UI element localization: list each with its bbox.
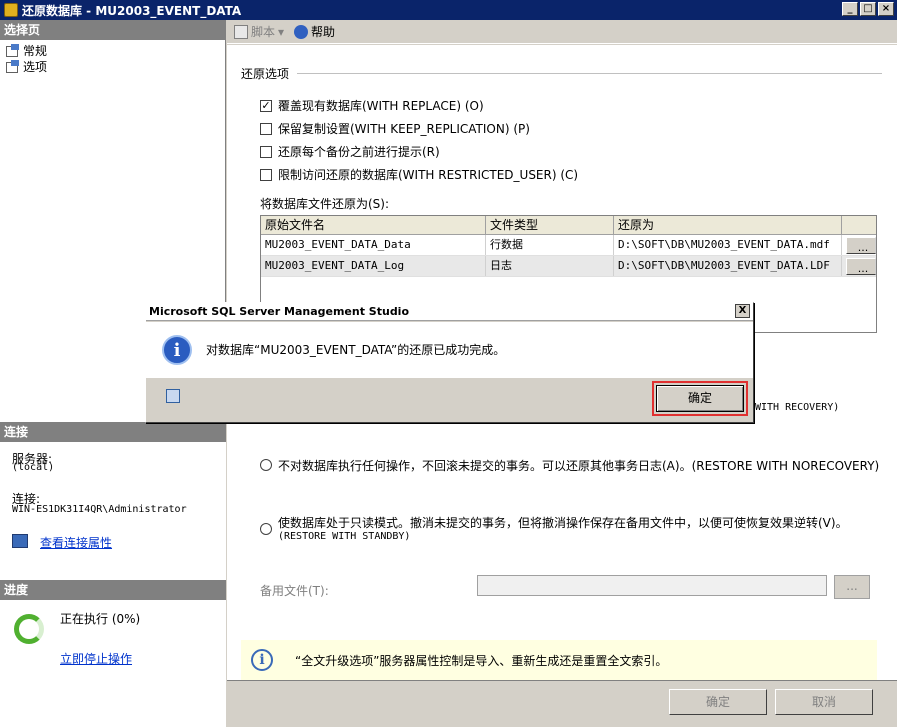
message-box-title: Microsoft SQL Server Management Studio bbox=[149, 305, 410, 318]
maximize-button[interactable]: □ bbox=[860, 2, 876, 16]
cell-restore-as[interactable]: D:\SOFT\DB\MU2003_EVENT_DATA.LDF bbox=[614, 256, 842, 276]
standby-file-input[interactable] bbox=[477, 575, 827, 596]
message-box-body: i 对数据库“MU2003_EVENT_DATA”的还原已成功完成。 bbox=[146, 322, 753, 378]
progress-header: 进度 bbox=[0, 580, 226, 600]
browse-button[interactable]: ... bbox=[846, 258, 876, 275]
info-icon: i bbox=[162, 335, 192, 365]
column-original-name[interactable]: 原始文件名 bbox=[261, 216, 486, 234]
connection-header: 连接 bbox=[0, 422, 226, 442]
page-item-options[interactable]: 选项 bbox=[0, 57, 225, 75]
close-button[interactable]: × bbox=[878, 2, 894, 16]
radio-button[interactable] bbox=[260, 523, 272, 535]
info-text: “全文升级选项”服务器属性控制是导入、重新生成还是重置全文索引。 bbox=[295, 653, 668, 668]
page-icon bbox=[6, 44, 20, 57]
script-icon bbox=[234, 24, 248, 39]
cell-file-type: 日志 bbox=[486, 256, 614, 276]
page-label: 常规 bbox=[23, 43, 48, 58]
table-row[interactable]: MU2003_EVENT_DATA_Log 日志 D:\SOFT\DB\MU20… bbox=[261, 256, 876, 277]
standby-browse-button[interactable]: ... bbox=[834, 575, 870, 599]
window-titlebar: 还原数据库 - MU2003_EVENT_DATA _ □ × bbox=[0, 0, 897, 20]
cell-restore-as[interactable]: D:\SOFT\DB\MU2003_EVENT_DATA.mdf bbox=[614, 235, 842, 255]
radio-label: 不对数据库执行任何操作，不回滚未提交的事务。可以还原其他事务日志(A)。(RES… bbox=[278, 459, 880, 473]
standby-file-label: 备用文件(T): bbox=[260, 584, 329, 598]
help-label: 帮助 bbox=[311, 25, 336, 39]
message-box: Microsoft SQL Server Management Studio X… bbox=[145, 302, 754, 423]
help-icon bbox=[294, 24, 309, 39]
restore-options-title: 还原选项 bbox=[241, 67, 290, 81]
prompt-before-restore-checkbox[interactable]: 还原每个备份之前进行提示(R) bbox=[260, 143, 440, 160]
keep-replication-checkbox[interactable]: 保留复制设置(WITH KEEP_REPLICATION) (P) bbox=[260, 120, 530, 137]
grid-header: 原始文件名 文件类型 还原为 bbox=[261, 216, 876, 235]
progress-status: 正在执行 (0%) bbox=[60, 612, 141, 626]
progress-spinner-icon bbox=[14, 614, 44, 644]
info-icon: i bbox=[251, 649, 273, 671]
cell-original-name: MU2003_EVENT_DATA_Data bbox=[261, 235, 486, 255]
standby-radio[interactable]: 使数据库处于只读模式。撤消未提交的事务，但将撤消操作保存在备用文件中，以便可使恢… bbox=[260, 514, 848, 542]
cancel-button[interactable]: 取消 bbox=[775, 689, 873, 715]
files-label: 将数据库文件还原为(S): bbox=[260, 197, 390, 211]
connection-value: WIN-ES1DK31I4QR\Administrator bbox=[12, 504, 187, 515]
recovery-label-trunc: WITH RECOVERY) bbox=[755, 402, 840, 413]
checkbox-label: 覆盖现有数据库(WITH REPLACE) (O) bbox=[278, 99, 484, 113]
database-icon bbox=[4, 3, 18, 17]
checkbox-box[interactable]: ✓ bbox=[260, 99, 272, 112]
browse-button[interactable]: ... bbox=[846, 237, 876, 254]
radio-label-sub: (RESTORE WITH STANDBY) bbox=[278, 531, 411, 542]
with-replace-checkbox[interactable]: ✓ 覆盖现有数据库(WITH REPLACE) (O) bbox=[260, 97, 484, 114]
radio-label: 使数据库处于只读模式。撤消未提交的事务，但将撤消操作保存在备用文件中，以便可使恢… bbox=[278, 516, 848, 530]
window-title: 还原数据库 - MU2003_EVENT_DATA bbox=[22, 3, 242, 18]
page-label: 选项 bbox=[23, 57, 48, 75]
checkbox-label: 保留复制设置(WITH KEEP_REPLICATION) (P) bbox=[278, 122, 530, 136]
page-item-general[interactable]: 常规 bbox=[0, 42, 225, 58]
server-value: (local) bbox=[12, 462, 55, 473]
checkbox-label: 限制访问还原的数据库(WITH RESTRICTED_USER) (C) bbox=[278, 168, 579, 182]
norecovery-radio[interactable]: 不对数据库执行任何操作，不回滚未提交的事务。可以还原其他事务日志(A)。(RES… bbox=[260, 457, 879, 474]
minimize-button[interactable]: _ bbox=[842, 2, 858, 16]
view-connection-properties-link[interactable]: 查看连接属性 bbox=[40, 534, 112, 551]
dialog-button-bar: 确定 取消 bbox=[227, 680, 897, 727]
chevron-down-icon: ▾ bbox=[278, 24, 285, 39]
checkbox-label: 还原每个备份之前进行提示(R) bbox=[278, 145, 440, 159]
toolbar: 脚本 ▾ 帮助 bbox=[227, 20, 897, 44]
copy-icon[interactable] bbox=[166, 389, 180, 403]
column-file-type[interactable]: 文件类型 bbox=[486, 216, 614, 234]
checkbox-box[interactable] bbox=[260, 168, 272, 181]
stop-operation-link[interactable]: 立即停止操作 bbox=[60, 650, 132, 667]
progress-area: 正在执行 (0%) 立即停止操作 bbox=[0, 600, 226, 727]
message-box-ok-button[interactable]: 确定 bbox=[652, 381, 748, 416]
ok-button[interactable]: 确定 bbox=[669, 689, 767, 715]
script-button[interactable]: 脚本 ▾ bbox=[231, 22, 287, 42]
connection-properties-icon bbox=[12, 534, 28, 548]
page-icon bbox=[6, 60, 20, 73]
cell-original-name: MU2003_EVENT_DATA_Log bbox=[261, 256, 486, 276]
connection-area: 服务器: (local) 连接: WIN-ES1DK31I4QR\Adminis… bbox=[0, 442, 226, 580]
table-row[interactable]: MU2003_EVENT_DATA_Data 行数据 D:\SOFT\DB\MU… bbox=[261, 235, 876, 256]
cell-file-type: 行数据 bbox=[486, 235, 614, 255]
restricted-user-checkbox[interactable]: 限制访问还原的数据库(WITH RESTRICTED_USER) (C) bbox=[260, 166, 578, 183]
script-label: 脚本 bbox=[251, 25, 276, 39]
column-browse bbox=[842, 216, 876, 234]
checkbox-box[interactable] bbox=[260, 145, 272, 158]
message-box-close-button[interactable]: X bbox=[735, 304, 750, 318]
message-text: 对数据库“MU2003_EVENT_DATA”的还原已成功完成。 bbox=[206, 343, 506, 357]
message-box-titlebar: Microsoft SQL Server Management Studio X bbox=[146, 303, 753, 321]
column-restore-as[interactable]: 还原为 bbox=[614, 216, 842, 234]
select-page-header: 选择页 bbox=[0, 20, 225, 40]
radio-button[interactable] bbox=[260, 459, 272, 471]
help-button[interactable]: 帮助 bbox=[291, 22, 338, 42]
group-divider bbox=[297, 73, 882, 74]
checkbox-box[interactable] bbox=[260, 122, 272, 135]
info-banner: i “全文升级选项”服务器属性控制是导入、重新生成还是重置全文索引。 bbox=[241, 640, 877, 680]
